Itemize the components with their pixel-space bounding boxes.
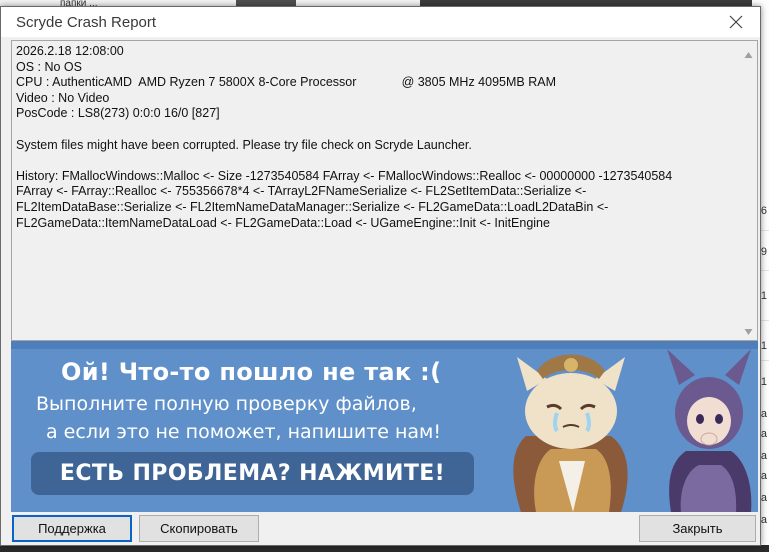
background-bottom-strip (0, 545, 769, 552)
crash-log-text: 2026.2.18 12:08:00 OS : No OS CPU : Authen… (16, 44, 736, 231)
log-line: System files might have been corrupted. … (16, 137, 472, 152)
background-text-fragment: 1 (760, 376, 767, 388)
background-text-fragment: a (760, 428, 767, 440)
background-text-fragment: a (760, 408, 767, 420)
mascot-illustration (513, 349, 752, 512)
background-text-fragment: 1 (760, 290, 767, 302)
banner-cta-label: ЕСТЬ ПРОБЛЕМА? НАЖМИТЕ! (59, 461, 446, 486)
title-bar[interactable]: Scryde Crash Report (1, 7, 760, 37)
log-scrollbar[interactable] (740, 41, 757, 340)
girl-mascot (667, 349, 752, 512)
close-dialog-button[interactable]: Закрыть (639, 515, 756, 542)
background-text-fragment: a (760, 470, 767, 482)
log-line: PosCode : LS8(273) 0:0:0 16/0 [827] (16, 106, 220, 121)
close-button[interactable] (718, 9, 754, 35)
banner-cta-button[interactable]: ЕСТЬ ПРОБЛЕМА? НАЖМИТЕ! (31, 452, 474, 495)
banner-instruction-line: Выполните полную проверку файлов, (36, 393, 417, 415)
log-line: History: FMallocWindows::Malloc <- Size … (16, 168, 673, 183)
scroll-down-arrow-icon[interactable] (744, 328, 753, 336)
crash-report-dialog: Scryde Crash Report 2026.2.18 12:08:00 OS… (0, 6, 761, 546)
log-line: 2026.2.18 12:08:00 (16, 44, 124, 58)
log-line: CPU : AuthenticAMD AMD Ryzen 7 5800X 8-C… (16, 75, 556, 90)
log-line: FArray <- FArray::Realloc <- 755356678*4… (16, 184, 587, 199)
banner-instruction-line: а если это не поможет, напишите нам! (46, 421, 442, 443)
log-line: Video : No Video (16, 90, 110, 105)
background-text-fragment: 9 (760, 246, 767, 258)
support-banner[interactable]: Ой! Что-то пошло не так :( Выполните пол… (11, 341, 758, 512)
background-text-fragment: a (760, 514, 767, 526)
background-text-fragment: 6 (760, 205, 767, 217)
background-text-fragment: a (760, 492, 767, 504)
background-text-fragment: a (760, 450, 767, 462)
log-line: FL2ItemDataBase::Serialize <- FL2ItemNam… (16, 199, 609, 214)
scroll-up-arrow-icon[interactable] (744, 51, 753, 59)
window-title: Scryde Crash Report (16, 14, 157, 31)
log-line: FL2GameData::ItemNameDataLoad <- FL2Game… (16, 215, 550, 230)
log-line: OS : No OS (16, 59, 82, 74)
cat-mascot (513, 354, 628, 512)
background-text-fragment: 1 (760, 340, 767, 352)
support-button[interactable]: Поддержка (12, 515, 132, 542)
copy-button[interactable]: Скопировать (139, 515, 259, 542)
banner-headline: Ой! Что-то пошло не так :( (61, 358, 442, 386)
close-icon (729, 15, 743, 29)
crash-log-textbox[interactable]: 2026.2.18 12:08:00 OS : No OS CPU : Authen… (11, 40, 758, 341)
